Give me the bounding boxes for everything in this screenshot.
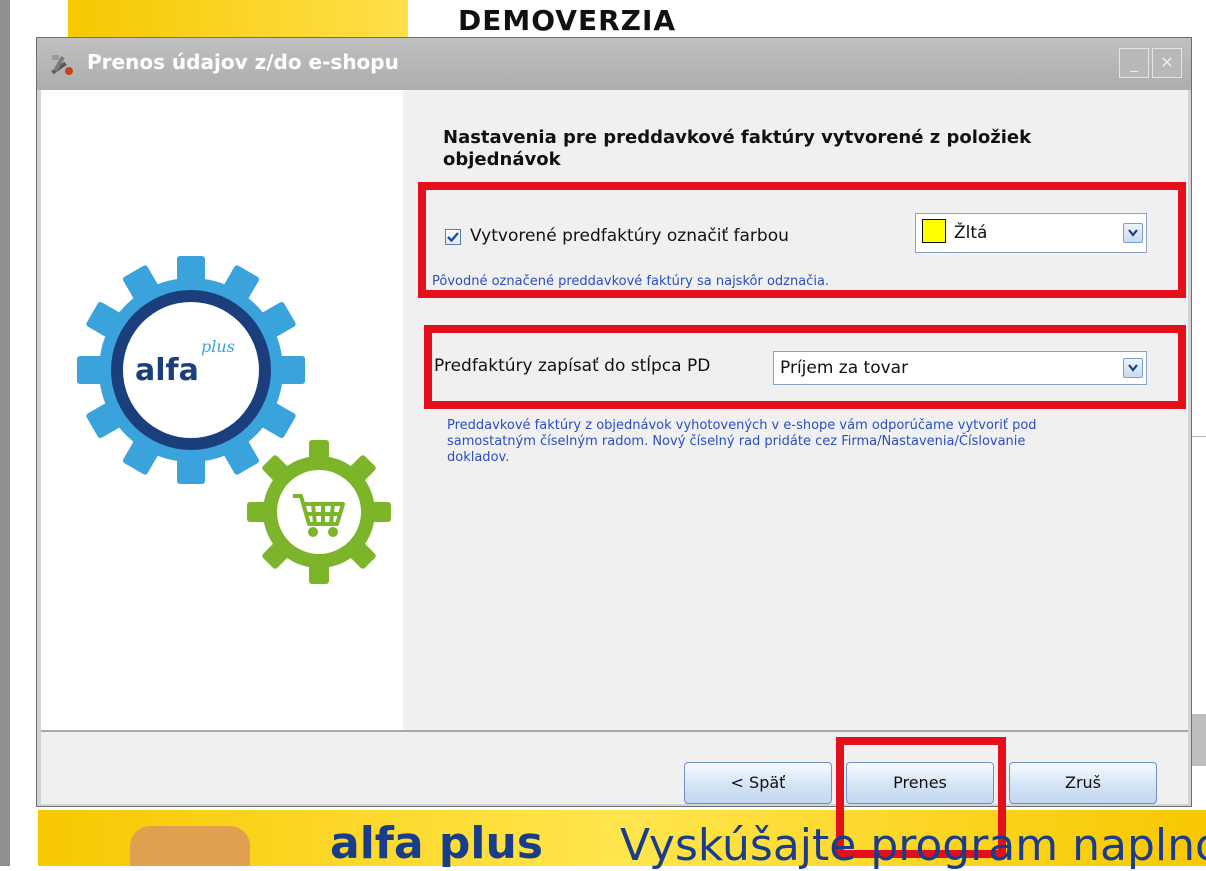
- pd-column-dropdown-button[interactable]: [1123, 358, 1143, 378]
- tools-icon: [51, 55, 73, 75]
- color-select[interactable]: Žltá: [915, 213, 1147, 253]
- minimize-button[interactable]: _: [1119, 48, 1149, 78]
- logo-text: alfa: [135, 353, 199, 388]
- page-heading: Nastavenia pre preddavkové faktúry vytvo…: [443, 127, 1032, 170]
- dialog-title: Prenos údajov z/do e-shopu: [87, 50, 399, 74]
- chevron-down-icon: [1128, 229, 1138, 237]
- background-panel: [1192, 714, 1206, 766]
- background-banner-image: [130, 826, 250, 866]
- color-swatch: [922, 219, 946, 243]
- mark-color-label: Vytvorené predfaktúry označiť farbou: [470, 226, 789, 246]
- pd-column-select[interactable]: Príjem za tovar: [773, 351, 1147, 385]
- mark-color-checkbox[interactable]: [445, 229, 461, 245]
- unmark-note: Pôvodné označené preddavkové faktúry sa …: [432, 274, 830, 289]
- checkmark-icon: [447, 232, 459, 243]
- dialog-titlebar[interactable]: Prenos údajov z/do e-shopu _ ✕: [37, 38, 1191, 90]
- pd-column-value: Príjem za tovar: [780, 358, 909, 378]
- wizard-image-panel: alfa plus: [41, 90, 403, 730]
- background-demo-title: DEMOVERZIA: [458, 4, 677, 37]
- alfa-plus-gear-logo: alfa plus: [77, 256, 391, 584]
- background-divider: [1192, 436, 1206, 437]
- color-dropdown-button[interactable]: [1123, 223, 1143, 243]
- pd-column-label: Predfaktúry zapísať do stĺpca PD: [434, 356, 711, 376]
- cancel-button[interactable]: Zruš: [1009, 762, 1157, 804]
- color-select-value: Žltá: [954, 223, 988, 243]
- close-button[interactable]: ✕: [1152, 48, 1182, 78]
- back-button[interactable]: < Späť: [684, 762, 832, 804]
- chevron-down-icon: [1128, 364, 1138, 372]
- background-window-edge: [0, 0, 10, 866]
- logo-sup: plus: [201, 337, 235, 356]
- info-text: Preddavkové faktúry z objednávok vyhotov…: [447, 418, 1037, 465]
- background-banner-logo: alfa plus: [330, 818, 544, 869]
- background-banner-text: Vyskúšajte program naplno!: [620, 820, 1206, 871]
